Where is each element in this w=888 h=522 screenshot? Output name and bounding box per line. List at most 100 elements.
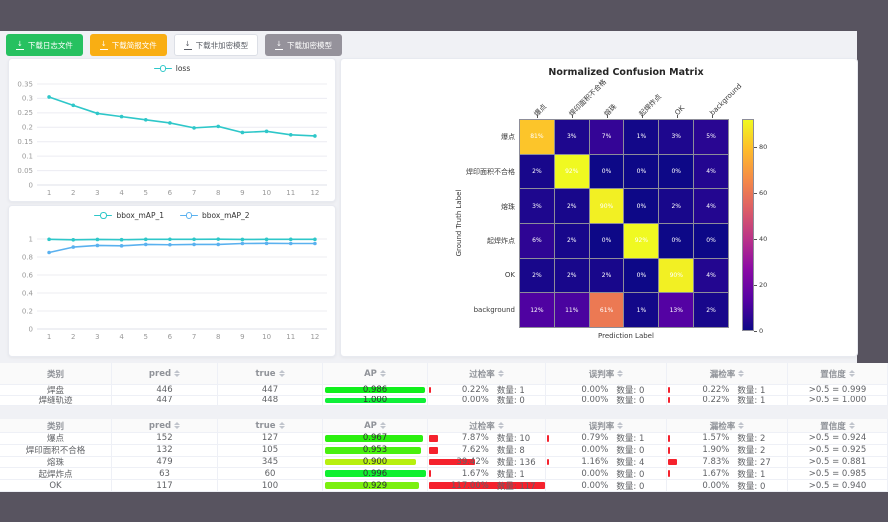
svg-text:3: 3 — [95, 189, 99, 197]
matrix-row-label: 爆点 — [395, 132, 515, 142]
matrix-cell: 1% — [624, 120, 658, 154]
rate-count: 数量: 0 — [608, 445, 666, 456]
svg-text:0.35: 0.35 — [17, 80, 33, 88]
download-report-button[interactable]: ↓ 下载简报文件 — [90, 34, 167, 56]
cell-class-name: 焊印面积不合格 — [0, 445, 112, 457]
matrix-cell: 0% — [624, 259, 658, 293]
loss-chart-card: loss00.050.10.150.20.250.30.351234567891… — [8, 58, 336, 202]
sort-icon[interactable] — [849, 370, 855, 377]
rate-count: 数量: 0 — [608, 480, 666, 491]
matrix-cell: 2% — [590, 259, 624, 293]
svg-text:0.25: 0.25 — [17, 109, 33, 117]
rate-percent: 0.79% — [546, 433, 608, 443]
download-log-button[interactable]: ↓ 下载日志文件 — [6, 34, 83, 56]
svg-text:8: 8 — [216, 333, 220, 341]
download-toolbar: ↓ 下载日志文件 ↓ 下载简报文件 ↓下载非加密模型 ↓下载加密模型 — [6, 34, 342, 56]
sort-icon[interactable] — [279, 422, 285, 429]
legend-item[interactable]: loss — [154, 64, 191, 73]
download-unencrypted-model-button[interactable]: ↓下载非加密模型 — [174, 34, 258, 56]
legend-item[interactable]: bbox_mAP_1 — [94, 211, 164, 220]
matrix-cell: 2% — [555, 259, 589, 293]
col-header[interactable]: 误判率 — [546, 419, 667, 433]
sort-icon[interactable] — [617, 370, 623, 377]
matrix-col-label: OK — [673, 104, 686, 117]
sort-icon[interactable] — [174, 422, 180, 429]
sort-icon[interactable] — [279, 370, 285, 377]
col-header[interactable]: AP — [323, 363, 428, 385]
download-icon: ↓ — [100, 41, 108, 50]
col-header[interactable]: 漏检率 — [667, 363, 788, 385]
confusion-matrix-card: Normalized Confusion Matrix Prediction L… — [340, 58, 858, 357]
colorbar-tick-label: 80 — [759, 143, 767, 151]
cell-class-name: 起焊炸点 — [0, 468, 112, 480]
sort-icon[interactable] — [498, 370, 504, 377]
button-label: 下载日志文件 — [28, 40, 73, 51]
matrix-cell: 11% — [555, 293, 589, 327]
cell-miss-detection: 1.90%数量: 2 — [667, 445, 788, 457]
legend-line-icon — [154, 65, 172, 72]
cell-miss-detection: 7.83%数量: 27 — [667, 457, 788, 469]
ap-value: 0.953 — [363, 445, 387, 455]
cell-pred: 446 — [112, 385, 218, 396]
table-row: 焊印面积不合格1321050.9537.62%数量: 80.00%数量: 01.… — [0, 445, 888, 457]
legend-item[interactable]: bbox_mAP_2 — [180, 211, 250, 220]
col-header[interactable]: true — [218, 363, 323, 385]
col-header[interactable]: pred — [112, 363, 218, 385]
cell-over-detection: 7.62%数量: 8 — [428, 445, 546, 457]
col-header: 类别 — [0, 419, 112, 433]
svg-text:3: 3 — [95, 333, 99, 341]
rate-percent: 117.00% — [428, 481, 489, 491]
sort-icon[interactable] — [380, 370, 386, 377]
svg-text:0.15: 0.15 — [17, 138, 33, 146]
col-header-label: 过检率 — [469, 420, 495, 432]
cell-pred: 447 — [112, 396, 218, 407]
cell-misjudge: 0.00%数量: 0 — [546, 468, 667, 480]
col-header[interactable]: 漏检率 — [667, 419, 788, 433]
rate-percent: 0.00% — [546, 481, 608, 491]
download-encrypted-model-button[interactable]: ↓下载加密模型 — [265, 34, 342, 56]
sort-icon[interactable] — [498, 422, 504, 429]
rate-percent: 0.00% — [546, 396, 608, 406]
rate-percent: 0.00% — [546, 445, 608, 455]
col-header-label: true — [255, 421, 275, 431]
rate-count: 数量: 1 — [729, 396, 787, 407]
colorbar-tick-label: 20 — [759, 281, 767, 289]
button-label: 下载简报文件 — [112, 40, 157, 51]
matrix-cell: 90% — [659, 259, 693, 293]
col-header[interactable]: 置信度 — [788, 363, 888, 385]
cell-class-name: OK — [0, 480, 112, 492]
sort-icon[interactable] — [174, 370, 180, 377]
col-header: 类别 — [0, 363, 112, 385]
sort-icon[interactable] — [738, 370, 744, 377]
cell-ap: 0.929 — [323, 480, 428, 492]
svg-text:11: 11 — [286, 333, 295, 341]
matrix-cell: 2% — [520, 259, 554, 293]
download-icon: ↓ — [16, 41, 24, 50]
cell-ap: 0.986 — [323, 385, 428, 396]
col-header[interactable]: 置信度 — [788, 419, 888, 433]
cell-miss-detection: 0.00%数量: 0 — [667, 480, 788, 492]
col-header-label: 类别 — [47, 420, 64, 432]
col-header[interactable]: 误判率 — [546, 363, 667, 385]
rate-percent: 1.57% — [667, 433, 729, 443]
svg-text:5: 5 — [144, 333, 148, 341]
col-header[interactable]: true — [218, 419, 323, 433]
matrix-cell: 90% — [590, 189, 624, 223]
col-header-label: pred — [149, 421, 171, 431]
svg-text:0.3: 0.3 — [22, 95, 33, 103]
rate-count: 数量: 1 — [608, 433, 666, 444]
svg-text:0.8: 0.8 — [22, 253, 33, 261]
sort-icon[interactable] — [617, 422, 623, 429]
cell-misjudge: 0.00%数量: 0 — [546, 480, 667, 492]
col-header[interactable]: AP — [323, 419, 428, 433]
col-header[interactable]: 过检率 — [428, 363, 546, 385]
cell-ap: 0.996 — [323, 468, 428, 480]
sort-icon[interactable] — [380, 422, 386, 429]
col-header[interactable]: 过检率 — [428, 419, 546, 433]
cell-true: 448 — [218, 396, 323, 407]
sort-icon[interactable] — [738, 422, 744, 429]
sort-icon[interactable] — [849, 422, 855, 429]
svg-text:0.05: 0.05 — [17, 167, 33, 175]
svg-text:6: 6 — [168, 189, 173, 197]
col-header[interactable]: pred — [112, 419, 218, 433]
